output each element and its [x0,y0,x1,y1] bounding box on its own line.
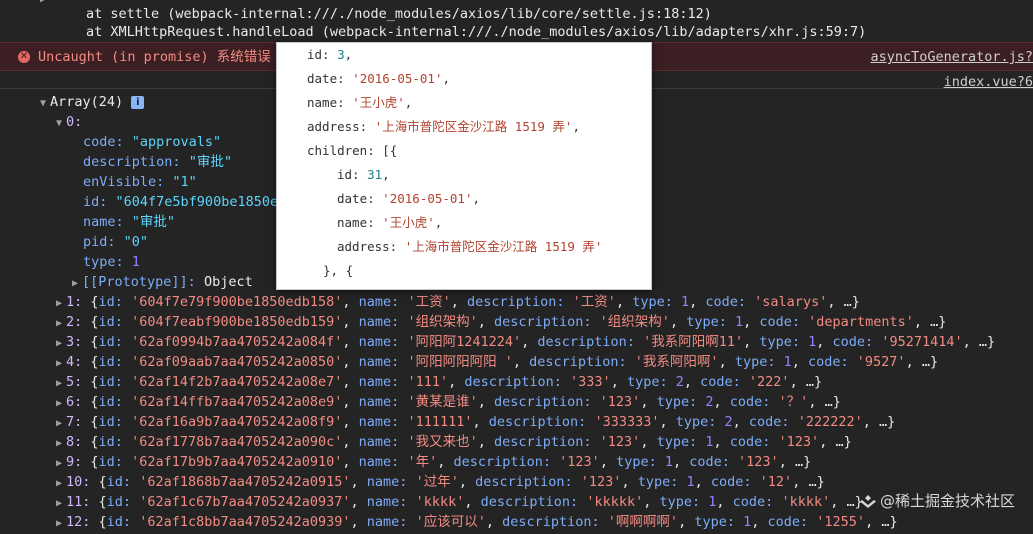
popup-line: date: '2016-05-01', [337,191,481,206]
array-row[interactable]: ▶ 8: {id: '62af1778b7aa4705242a090c', nam… [56,432,852,452]
expand-triangle-icon[interactable]: ▶ [56,434,66,454]
expand-triangle-icon[interactable]: ▶ [56,474,66,494]
popup-line: address: '上海市普陀区金沙江路 1519 弄', [307,119,580,134]
source-link[interactable]: index.vue?6 [944,72,1033,92]
popup-line: date: '2016-05-01', [307,71,451,86]
expand-triangle-icon[interactable]: ▶ [56,294,66,314]
expand-triangle-icon[interactable]: ▼ [40,94,50,114]
array-row[interactable]: ▶ 10: {id: '62af1868b7aa4705242a0915', na… [56,472,825,492]
popup-line: address: '上海市普陀区金沙江路 1519 弄' [337,239,603,254]
popup-line: }, { [323,263,354,278]
info-icon[interactable]: i [131,96,145,109]
field-row: name: "审批" [83,214,176,230]
array-row[interactable]: ▶ 9: {id: '62af17b9b7aa4705242a0910', nam… [56,452,811,472]
array-header[interactable]: ▼ Array(24) i [40,92,145,114]
expand-triangle-icon[interactable]: ▶ [56,354,66,374]
expand-triangle-icon[interactable]: ▶ [72,274,82,294]
popup-line: id: 31, [337,167,390,182]
expand-triangle-icon[interactable]: ▶ [56,334,66,354]
prototype-row[interactable]: ▶ [[Prototype]]: Object [72,272,253,292]
array-row[interactable]: ▶ 2: {id: '604f7eabf900be1850edb159', nam… [56,312,946,332]
array-row[interactable]: ▶ 5: {id: '62af14f2b7aa4705242a08e7', nam… [56,372,822,392]
field-row: description: "审批" [83,154,232,170]
expand-triangle-icon[interactable]: ▶ [56,494,66,514]
expand-triangle-icon[interactable]: ▼ [56,114,66,134]
field-row: enVisible: "1" [83,174,197,190]
array-row[interactable]: ▶ 7: {id: '62af16a9b7aa4705242a08f9', nam… [56,412,895,432]
array-row[interactable]: ▶ 6: {id: '62af14ffb7aa4705242a08e9', nam… [56,392,841,412]
expand-triangle-icon[interactable]: ▶ [56,414,66,434]
field-row: code: "approvals" [83,134,222,150]
error-source-link[interactable]: asyncToGenerator.js? [870,47,1033,67]
stack-line: at settle (webpack-internal:///./node_mo… [86,6,712,22]
error-message: Uncaught (in promise) 系统错误 [38,49,271,65]
error-circle-icon: ✕ [18,51,30,63]
array-row[interactable]: ▶ 4: {id: '62af09aab7aa4705242a0850', nam… [56,352,938,372]
stack-line: at XMLHttpRequest.handleLoad (webpack-in… [86,24,867,40]
expand-triangle-icon[interactable]: ▶ [56,374,66,394]
expand-triangle-icon[interactable]: ▶ [56,394,66,414]
field-row: type: 1 [83,254,140,270]
array-row[interactable]: ▶ 3: {id: '62af0994b7aa4705242a084f', nam… [56,332,995,352]
code-popup: id: 3, date: '2016-05-01', name: '王小虎', add… [276,42,652,290]
juejin-logo-icon [859,495,876,508]
expand-triangle-icon[interactable]: ▶ [56,514,66,534]
popup-line: name: '王小虎', [337,215,443,230]
stack-triangle-icon[interactable]: ▶ [40,0,50,8]
popup-line: children: [{ [307,143,398,158]
array-row[interactable]: ▶ 1: {id: '604f7e79f900be1850edb158', nam… [56,292,860,312]
expand-triangle-icon[interactable]: ▶ [56,314,66,334]
popup-line: name: '王小虎', [307,95,413,110]
expand-triangle-icon[interactable]: ▶ [56,454,66,474]
watermark: @稀土掘金技术社区 [859,490,1015,511]
popup-line: id: 3, [307,47,353,62]
array-row[interactable]: ▶ 12: {id: '62af1c8bb7aa4705242a0939', na… [56,512,898,532]
array-row[interactable]: ▶ 11: {id: '62af1c67b7aa4705242a0937', na… [56,492,863,512]
field-row: pid: "0" [83,234,149,250]
field-row: id: "604f7e5bf900be1850e [83,194,279,210]
item-0-header[interactable]: ▼ 0: [56,112,82,132]
